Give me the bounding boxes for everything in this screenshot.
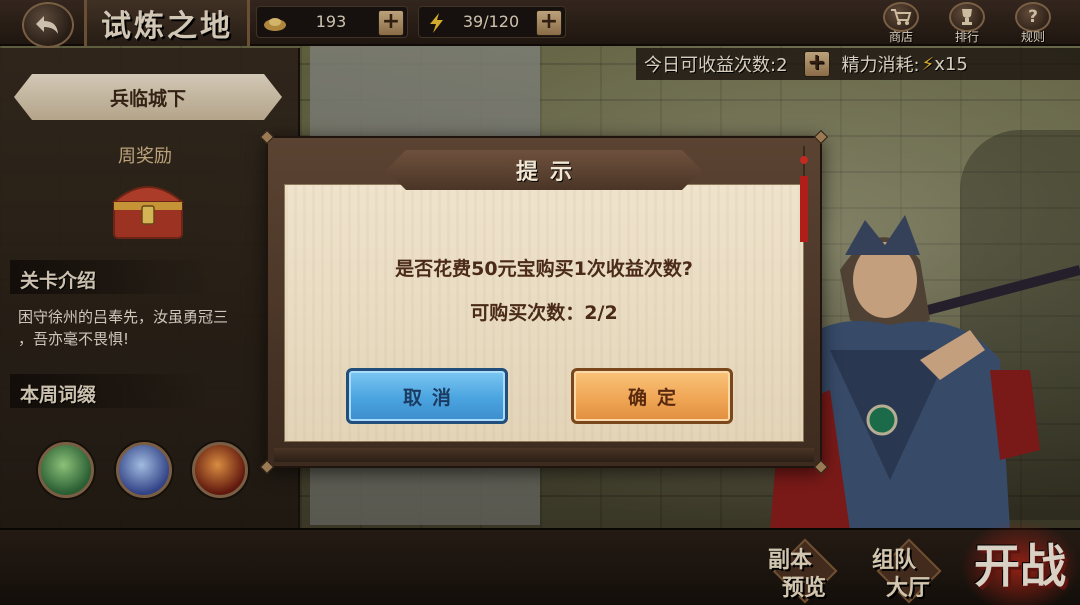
confirm-button[interactable]: 确定 [571,368,733,424]
purchase-confirm-dialog: 提示 是否花费50元宝购买1次收益次数? 可购买次数：2/2 取消 确定 [259,129,829,475]
dialog-title: 提示 [515,159,584,185]
dialog-title-bar: 提示 [386,150,702,190]
dialog-message: 是否花费50元宝购买1次收益次数? [395,258,693,280]
cancel-button[interactable]: 取消 [346,368,508,424]
red-tassel-ornament [800,146,808,242]
dialog-bottom-rail [274,448,814,462]
purchase-count-text: 可购买次数：2/2 [470,302,618,324]
